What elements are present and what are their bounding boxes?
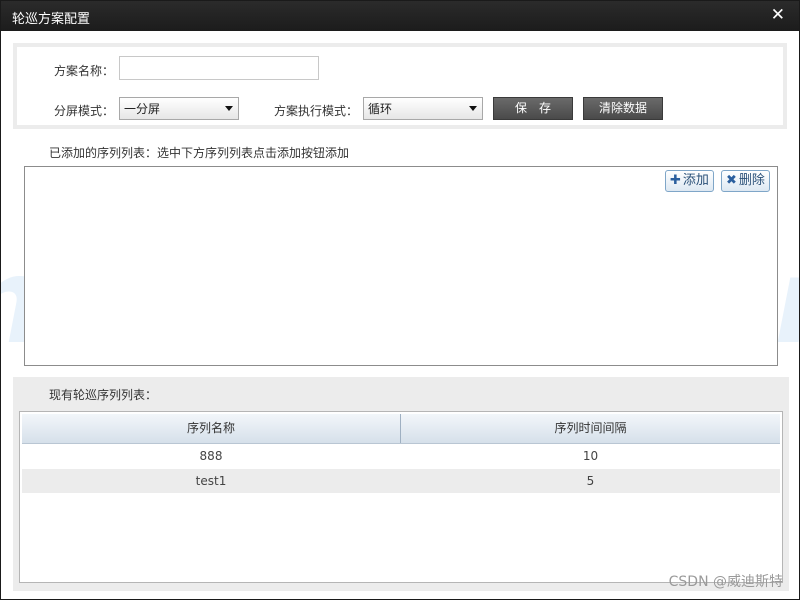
chevron-down-icon <box>469 106 477 111</box>
close-icon[interactable]: ✕ <box>771 5 785 25</box>
existing-sequence-panel: 现有轮巡序列列表： 序列名称 序列时间间隔 888 10 test1 5 <box>13 377 789 591</box>
table-header: 序列名称 序列时间间隔 <box>22 414 780 444</box>
column-header-name[interactable]: 序列名称 <box>22 414 400 443</box>
add-button[interactable]: ✚ 添加 <box>665 170 714 192</box>
added-sequence-list[interactable]: ✚ 添加 ✖ 删除 <box>24 166 778 366</box>
split-mode-value: 一分屏 <box>124 102 161 116</box>
table-row[interactable]: 888 10 <box>22 444 780 468</box>
clear-data-button[interactable]: 清除数据 <box>583 97 663 120</box>
cell-sequence-name: test1 <box>195 474 227 488</box>
added-list-caption: 已添加的序列列表：选中下方序列列表点击添加按钮添加 <box>49 146 350 160</box>
chevron-down-icon <box>225 106 233 111</box>
dialog-window: 轮巡方案配置 ✕ 方案名称： 分屏模式： 一分屏 方案执行模式： 循环 保 存 … <box>0 0 800 600</box>
column-header-interval[interactable]: 序列时间间隔 <box>401 414 780 443</box>
split-mode-select[interactable]: 一分屏 <box>119 97 239 120</box>
x-icon: ✖ <box>726 173 737 188</box>
sequence-table: 序列名称 序列时间间隔 888 10 test1 5 <box>19 411 783 583</box>
save-button[interactable]: 保 存 <box>493 97 573 120</box>
exec-mode-label: 方案执行模式： <box>274 104 359 118</box>
split-mode-label: 分屏模式： <box>54 104 115 118</box>
cell-sequence-interval: 10 <box>582 449 599 463</box>
add-button-label: 添加 <box>682 173 709 188</box>
credit-watermark: CSDN @威迪斯特 <box>668 574 783 590</box>
exec-mode-select[interactable]: 循环 <box>363 97 483 120</box>
cell-sequence-name: 888 <box>199 449 223 463</box>
delete-button[interactable]: ✖ 删除 <box>721 170 770 192</box>
plan-name-input[interactable] <box>119 56 319 80</box>
exec-mode-value: 循环 <box>368 102 393 116</box>
cell-sequence-interval: 5 <box>586 474 595 488</box>
plan-name-label: 方案名称： <box>54 64 115 78</box>
plus-icon: ✚ <box>670 173 681 188</box>
existing-list-caption: 现有轮巡序列列表： <box>49 388 158 402</box>
table-row[interactable]: test1 5 <box>22 469 780 493</box>
window-title: 轮巡方案配置 <box>12 12 91 27</box>
plan-form: 方案名称： 分屏模式： 一分屏 方案执行模式： 循环 保 存 清除数据 <box>13 43 787 129</box>
title-bar: 轮巡方案配置 ✕ <box>1 1 799 31</box>
delete-button-label: 删除 <box>738 173 765 188</box>
